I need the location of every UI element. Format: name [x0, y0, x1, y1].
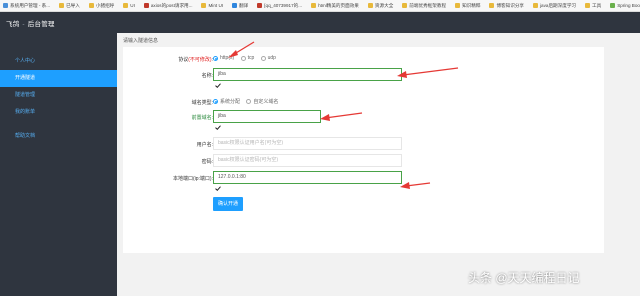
bookmark-icon — [88, 3, 94, 8]
prefix-domain-label: 前置域名: — [191, 114, 213, 121]
bookmark-label: 资源大全 — [374, 2, 394, 8]
name-label: 名称: — [201, 72, 213, 79]
password-label: 密码: — [201, 158, 213, 165]
app-title: 后台管理 — [27, 20, 55, 28]
check-icon — [215, 83, 221, 88]
prefix-domain-row: 前置域名: — [123, 110, 604, 124]
main-content: 请输入隧道信息 协议(不可修改): http(s) tcp udp 名称: ji… — [117, 33, 640, 296]
sidebar-item-profile[interactable]: 个人中心 — [0, 53, 117, 70]
top-header: 飞鸽 - 后台管理 — [0, 12, 640, 33]
bookmark-icon — [402, 3, 408, 8]
bookmark-item[interactable]: java后期深度学习 — [533, 3, 576, 9]
sidebar: 个人中心 开通隧道 隧道管理 我的账单 帮助文档 — [0, 33, 117, 296]
bookmark-icon — [489, 3, 495, 8]
bookmark-icon — [232, 3, 238, 8]
bookmark-item[interactable]: axios的post请求用... — [143, 2, 193, 9]
bookmark-label: 工具 — [592, 2, 602, 8]
bookmarks-bar: 系统用户管理 - 系... 已导入 小猪招呼 UI axios的post请求用... Mi… — [0, 0, 640, 12]
domain-type-row: 域名类型: 系统分配 自定义域名 — [123, 95, 604, 109]
bookmark-label: UI — [130, 3, 135, 8]
bookmark-item[interactable]: 工具 — [585, 3, 601, 9]
sidebar-item-open-tunnel[interactable]: 开通隧道 — [0, 70, 117, 87]
bookmark-item[interactable]: Spring Boot：内容 — [610, 3, 640, 9]
bookmark-label: Mint UI — [208, 3, 224, 8]
domain-type-radio-group: 系统分配 自定义域名 — [213, 98, 283, 106]
bookmark-icon — [201, 3, 207, 8]
bookmark-icon — [610, 3, 616, 8]
bookmark-item[interactable]: [qq_40739917的... — [257, 3, 302, 9]
local-port-label: 本地端口(ip:端口): — [172, 175, 213, 182]
app-logo[interactable]: 飞鸽 - 后台管理 — [6, 18, 55, 28]
sidebar-item-help[interactable]: 帮助文档 — [0, 128, 117, 145]
breadcrumb: 请输入隧道信息 — [123, 38, 159, 44]
radio-system-assign[interactable]: 系统分配 — [213, 98, 240, 105]
radio-custom-domain[interactable]: 自定义域名 — [246, 98, 278, 105]
radio-tcp[interactable]: tcp — [240, 55, 254, 61]
bookmark-icon — [367, 3, 373, 8]
bookmark-item[interactable]: 知识精粹 — [455, 3, 480, 9]
bookmark-label: html精美的页面效果 — [318, 2, 359, 8]
bookmark-item[interactable]: 资源大全 — [367, 2, 394, 9]
bookmark-item[interactable]: 博客知识分享 — [489, 3, 524, 9]
bookmark-label: axios的post请求用... — [150, 2, 193, 8]
radio-udp[interactable]: udp — [260, 55, 276, 61]
local-port-input[interactable]: 127.0.0.1:80 — [213, 171, 402, 184]
protocol-label: 协议(不可修改): — [178, 56, 213, 63]
username-label: 用户名: — [196, 141, 213, 148]
sidebar-item-bills[interactable]: 我的账单 — [0, 104, 117, 121]
bookmark-item[interactable]: 已导入 — [59, 3, 80, 9]
bookmark-item[interactable]: Mint UI — [201, 3, 223, 8]
bookmark-icon — [143, 3, 149, 8]
bookmark-icon — [455, 3, 461, 8]
bookmark-label: Spring Boot：内容 — [617, 2, 640, 8]
bookmark-icon — [533, 3, 539, 8]
bookmark-item[interactable]: 小猪招呼 — [88, 2, 115, 9]
radio-http[interactable]: http(s) — [213, 55, 234, 61]
bookmark-icon — [3, 3, 8, 8]
bookmark-label: [qq_40739917的... — [264, 2, 303, 8]
brand-name: 飞鸽 — [6, 20, 20, 28]
bookmark-item[interactable]: 翻译 — [232, 3, 248, 9]
bookmark-label: 小猪招呼 — [95, 2, 115, 8]
bookmark-icon — [123, 3, 129, 8]
protocol-radio-group: http(s) tcp udp — [213, 55, 281, 63]
brand-separator: - — [20, 20, 27, 28]
bookmark-item[interactable]: 系统用户管理 - 系... — [3, 3, 50, 9]
sidebar-item-tunnel-manage[interactable]: 隧道管理 — [0, 87, 117, 104]
domain-type-label: 域名类型: — [191, 99, 213, 106]
bookmark-icon — [257, 3, 263, 8]
bookmark-label: 翻译 — [239, 2, 249, 8]
username-input[interactable]: basic权限认证用户名(可为空) — [213, 137, 402, 150]
bookmark-label: 前端优秀框架教程 — [409, 2, 447, 8]
prefix-domain-input[interactable]: jiba — [213, 110, 321, 123]
form-card: 协议(不可修改): http(s) tcp udp 名称: jiba 域名类型:… — [123, 47, 604, 253]
bookmark-item[interactable]: html精美的页面效果 — [311, 3, 359, 9]
protocol-row: 协议(不可修改): http(s) tcp udp — [123, 52, 604, 66]
bookmark-label: java后期深度学习 — [540, 2, 577, 8]
bookmark-icon — [585, 3, 591, 8]
bookmark-item[interactable]: UI — [123, 3, 135, 8]
watermark: 头条 @天天编程日记 — [468, 271, 580, 285]
check-icon — [215, 125, 221, 130]
confirm-open-button[interactable]: 确认开通 — [213, 197, 243, 211]
bookmark-item[interactable]: 前端优秀框架教程 — [402, 3, 446, 9]
bookmark-label: 知识精粹 — [462, 2, 481, 8]
password-input[interactable]: basic权限认证密码(可为空) — [213, 154, 402, 167]
name-input[interactable]: jiba — [213, 68, 402, 81]
bookmark-label: 已导入 — [66, 2, 80, 8]
bookmark-label: 系统用户管理 - 系... — [10, 2, 51, 8]
bookmark-icon — [59, 3, 65, 8]
bookmark-label: 博客知识分享 — [496, 2, 525, 8]
bookmark-icon — [311, 3, 317, 8]
check-icon — [215, 186, 221, 191]
not-editable-note: (不可修改) — [188, 56, 212, 63]
